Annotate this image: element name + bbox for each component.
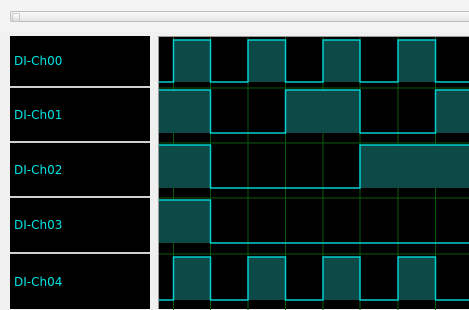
signal-high-fill: [398, 257, 436, 300]
signal-high-fill: [286, 90, 324, 133]
channel-label-ch01[interactable]: DI-Ch01: [10, 88, 150, 141]
signal-high-fill: [436, 145, 469, 188]
signal-high-fill: [323, 90, 360, 133]
signal-high-fill: [323, 257, 360, 300]
channel-label-text: DI-Ch04: [14, 275, 62, 289]
horizontal-scrollbar[interactable]: [10, 11, 469, 22]
channel-label-text: DI-Ch02: [14, 163, 62, 177]
scrollbar-thumb[interactable]: [12, 13, 20, 22]
signal-high-fill: [159, 90, 174, 133]
channel-label-ch03[interactable]: DI-Ch03: [10, 198, 150, 252]
signal-high-fill: [323, 40, 360, 82]
signal-high-fill: [360, 145, 398, 188]
signal-high-fill: [174, 40, 211, 82]
channel-label-ch02[interactable]: DI-Ch02: [10, 143, 150, 196]
signal-high-fill: [174, 257, 211, 300]
channel-label-panel: DI-Ch00 DI-Ch01 DI-Ch02 DI-Ch03 DI-Ch04: [10, 36, 150, 309]
signal-high-fill: [174, 90, 211, 133]
signal-high-fill: [248, 257, 286, 300]
waveform-canvas: [159, 37, 469, 310]
channel-label-text: DI-Ch00: [14, 54, 62, 68]
channel-label-ch00[interactable]: DI-Ch00: [10, 36, 150, 86]
signal-high-fill: [159, 200, 174, 243]
signal-high-fill: [436, 90, 469, 133]
channel-label-text: DI-Ch01: [14, 108, 62, 122]
signal-high-fill: [174, 145, 211, 188]
signal-high-fill: [248, 40, 286, 82]
toolbar: [0, 0, 469, 32]
signal-high-fill: [398, 145, 436, 188]
panel-gap: [150, 36, 158, 309]
waveform-plot[interactable]: [158, 36, 469, 309]
channel-label-text: DI-Ch03: [14, 218, 62, 232]
channel-label-ch04[interactable]: DI-Ch04: [10, 254, 150, 309]
signal-high-fill: [398, 40, 436, 82]
signal-high-fill: [174, 200, 211, 243]
signal-high-fill: [159, 145, 174, 188]
